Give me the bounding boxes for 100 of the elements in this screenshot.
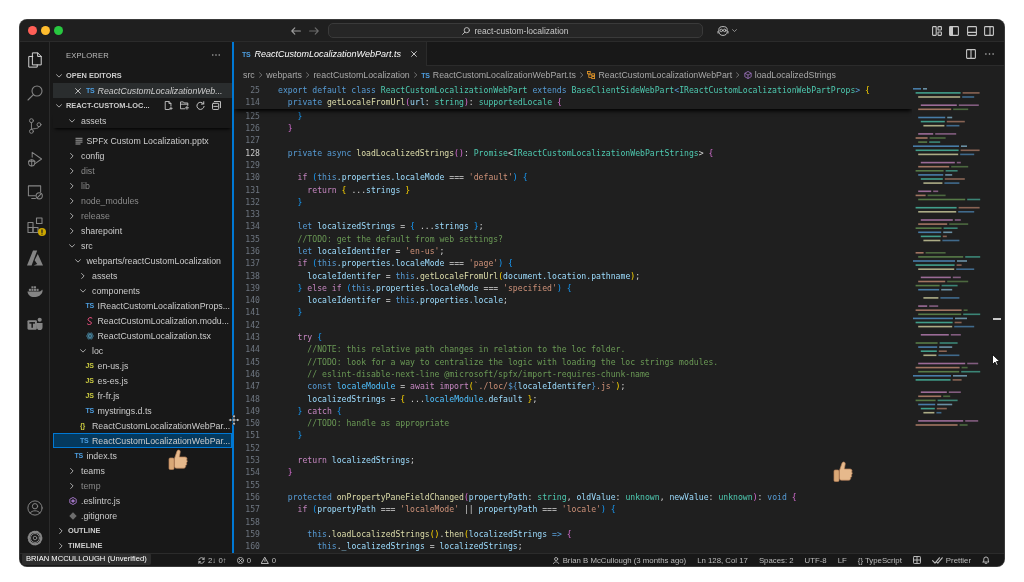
stylesheet-file-icon: [85, 316, 94, 325]
code-line: }: [287, 467, 293, 478]
line-number: 144: [244, 344, 260, 355]
close-icon[interactable]: [75, 87, 81, 94]
mouse-pointer-icon: [992, 354, 1000, 366]
split-editor-icon[interactable]: [966, 48, 976, 59]
line-number: 142: [244, 319, 260, 330]
tree-item[interactable]: .eslintrc.js: [53, 493, 232, 508]
new-file-icon[interactable]: [164, 101, 173, 110]
line-number: 25: [249, 85, 260, 96]
monitor-icon[interactable]: [26, 184, 43, 200]
tree-item[interactable]: assets: [53, 268, 232, 283]
branch-icon[interactable]: [26, 118, 43, 134]
tree-item[interactable]: teams: [53, 463, 232, 478]
tree-item[interactable]: release: [53, 208, 232, 223]
line-number: 149: [244, 405, 260, 416]
error-icon: [236, 556, 244, 564]
line-number: 136: [244, 246, 260, 256]
breadcrumb-item[interactable]: webparts: [266, 70, 302, 80]
code-line: private getLocaleFromUrl(url: string): supportedLocale {: [287, 97, 562, 108]
customize-layout-icon[interactable]: [931, 25, 942, 36]
line-number: 152: [244, 442, 260, 453]
person-icon: [553, 556, 560, 564]
line-number: 114: [244, 97, 260, 108]
settings-icon[interactable]: [26, 530, 43, 546]
tree-item[interactable]: node_modules: [53, 193, 232, 208]
code-line: const localeModule = await import(`./loc/${localeIdentifer}.js`);: [307, 381, 626, 392]
breadcrumb-item[interactable]: loadLocalizedStrings: [743, 70, 836, 80]
code-line: //TODO: handle as appropriate: [307, 418, 450, 429]
extensions-icon[interactable]: [26, 217, 43, 233]
line-number: 153: [244, 455, 260, 466]
command-center[interactable]: react-custom-localization: [328, 23, 703, 38]
line-number: 140: [244, 295, 260, 306]
tree-item[interactable]: webparts/reactCustomLocalization: [53, 253, 232, 268]
tree-item[interactable]: SPFx Custom Localization.pptx: [53, 133, 232, 148]
chevron-down-icon[interactable]: [732, 28, 737, 33]
tree-item[interactable]: assets: [53, 113, 232, 128]
secondary-sidebar-toggle-icon[interactable]: [984, 25, 994, 36]
line-number: 148: [244, 393, 260, 404]
line-number: 128: [244, 147, 260, 158]
close-window-icon[interactable]: [28, 26, 37, 35]
breadcrumb-item[interactable]: reactCustomLocalization: [313, 70, 410, 80]
robot-icon[interactable]: [717, 25, 729, 36]
more-icon[interactable]: [985, 52, 994, 55]
line-number: 125: [244, 110, 260, 121]
grid-icon[interactable]: [912, 556, 921, 564]
tree-item[interactable]: lib: [53, 178, 232, 193]
code-line: } else if (this.properties.localeMode === 'specified') {: [297, 282, 572, 293]
team-icon[interactable]: [26, 316, 43, 332]
account-icon[interactable]: [26, 500, 43, 516]
play-bug-icon[interactable]: [26, 151, 43, 167]
chevron-right-icon: [258, 72, 263, 78]
files-icon[interactable]: [26, 52, 43, 68]
breadcrumb-item[interactable]: src: [243, 70, 255, 80]
minimize-window-icon[interactable]: [41, 26, 50, 35]
refresh-icon[interactable]: [196, 101, 205, 110]
line-number: 146: [244, 368, 260, 379]
tree-item[interactable]: loc: [53, 343, 232, 358]
panel-toggle-icon[interactable]: [966, 25, 977, 36]
collapse-all-icon[interactable]: [212, 101, 221, 110]
tree-item[interactable]: ReactCustomLocalization.modu...: [53, 313, 232, 328]
chevron-right-icon: [305, 72, 310, 78]
warning-icon: [261, 556, 269, 564]
code-line: }: [287, 123, 293, 134]
close-icon[interactable]: [410, 51, 417, 57]
code-line: localizedStrings = { ...localeModule.default };: [307, 393, 538, 404]
tree-item[interactable]: ReactCustomLocalization.tsx: [53, 328, 232, 343]
code-line: export default class ReactCustomLocalizationWebPart extends BaseClientSideWebPart<IReactCustomLocalizationWebPartProps> {: [278, 85, 870, 96]
line-number: 138: [244, 270, 260, 281]
back-arrow-icon[interactable]: [291, 26, 301, 35]
code-line: protected onPropertyPaneFieldChanged(propertyPath: string, oldValue: unknown, newValue: unknown): void {: [287, 491, 797, 502]
tree-item[interactable]: components: [53, 283, 232, 298]
tree-item[interactable]: .gitignore: [53, 508, 232, 523]
tree-item[interactable]: config: [53, 148, 232, 163]
triangular-logo-icon[interactable]: [26, 250, 43, 266]
code-line: }: [297, 110, 303, 121]
line-number: 132: [244, 196, 260, 207]
tree-item[interactable]: temp: [53, 478, 232, 493]
line-number: 137: [244, 258, 260, 269]
breadcrumb-item[interactable]: ReactCustomLocalizationWebPart: [587, 70, 733, 80]
tree-item[interactable]: dist: [53, 163, 232, 178]
new-folder-icon[interactable]: [180, 101, 189, 110]
bell-icon[interactable]: [982, 556, 990, 564]
maximize-window-icon[interactable]: [54, 26, 63, 35]
tree-item[interactable]: src: [53, 238, 232, 253]
line-number: 151: [244, 430, 260, 441]
forward-arrow-icon[interactable]: [309, 26, 319, 35]
code-line: this._localizedStrings = localizedStrings;: [317, 541, 523, 552]
whale-icon[interactable]: [26, 283, 43, 299]
tree-item[interactable]: sharepoint: [53, 223, 232, 238]
primary-sidebar-toggle-icon[interactable]: [949, 25, 959, 36]
code-line: private async loadLocalizedStrings(): Promise<IReactCustomLocalizationWebPartStrings> {: [287, 147, 714, 158]
class-icon: [587, 71, 596, 79]
search-icon[interactable]: [26, 85, 43, 101]
code-line: this.loadLocalizedStrings().then(localizedStrings => {: [307, 528, 572, 539]
line-number: 143: [244, 332, 260, 343]
thumbs-up-icon: [833, 461, 853, 483]
hexagon-file-icon: [69, 496, 77, 505]
chevron-right-icon: [413, 72, 418, 78]
line-number: 127: [244, 135, 260, 146]
